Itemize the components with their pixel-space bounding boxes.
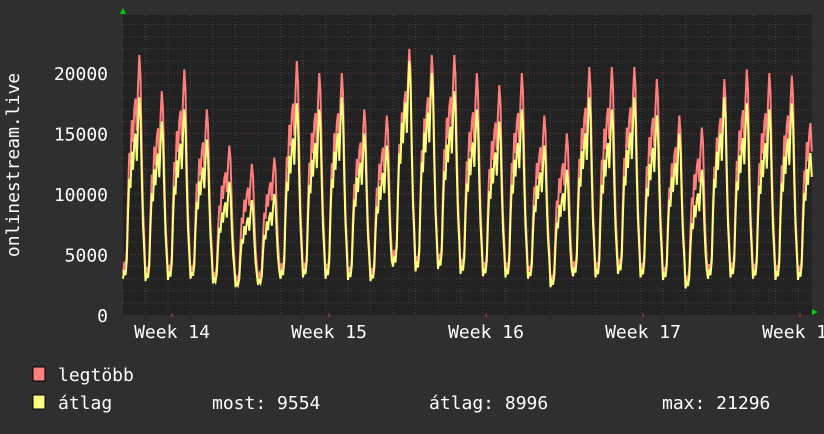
legend-label-avg: átlag	[58, 393, 112, 414]
y-tick-label: 5000	[65, 246, 108, 267]
y-tick-label: 0	[97, 306, 108, 327]
legend-average: átlag: 8996	[429, 393, 548, 414]
x-tick-label: Week 14	[134, 322, 210, 343]
rrd-chart: 0 5000 10000 15000 20000 Week 14 Week 15 Week …	[0, 0, 824, 430]
y-tick-label: 20000	[54, 64, 108, 85]
legend-swatch-avg	[32, 394, 46, 410]
legend-swatch-max	[32, 366, 46, 382]
legend-label-max: legtöbb	[58, 365, 134, 386]
legend-maximum: max: 21296	[662, 393, 770, 414]
x-tick-label: Week 18	[762, 322, 824, 343]
legend-now: most: 9554	[212, 393, 320, 414]
y-tick-label: 15000	[54, 125, 108, 146]
x-tick-label: Week 16	[448, 322, 524, 343]
x-tick-label: Week 17	[605, 322, 681, 343]
y-axis-label: onlinestream.live	[3, 73, 24, 257]
y-tick-label: 10000	[54, 185, 108, 206]
x-tick-label: Week 15	[291, 322, 367, 343]
